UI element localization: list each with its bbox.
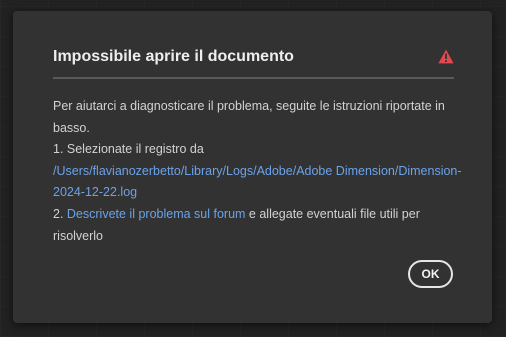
- title-divider: [53, 77, 454, 79]
- step-1: 1. Selezionate il registro da/Users/flav…: [53, 139, 465, 204]
- ok-button[interactable]: OK: [408, 260, 453, 288]
- step-2: 2. Descrivete il problema sul forum e al…: [53, 204, 465, 247]
- error-dialog: Impossibile aprire il documento Per aiut…: [13, 11, 492, 323]
- dialog-title: Impossibile aprire il documento: [53, 48, 294, 65]
- forum-link[interactable]: Descrivete il problema sul forum: [67, 207, 246, 221]
- alert-triangle-icon: [438, 49, 454, 64]
- log-path-link[interactable]: /Users/flavianozerbetto/Library/Logs/Ado…: [53, 164, 462, 200]
- step-2-prefix: 2.: [53, 206, 67, 221]
- intro-text: Per aiutarci a diagnosticare il problema…: [53, 99, 445, 135]
- step-1-text: 1. Selezionate il registro da: [53, 142, 204, 157]
- dialog-body: Per aiutarci a diagnosticare il problema…: [53, 96, 465, 247]
